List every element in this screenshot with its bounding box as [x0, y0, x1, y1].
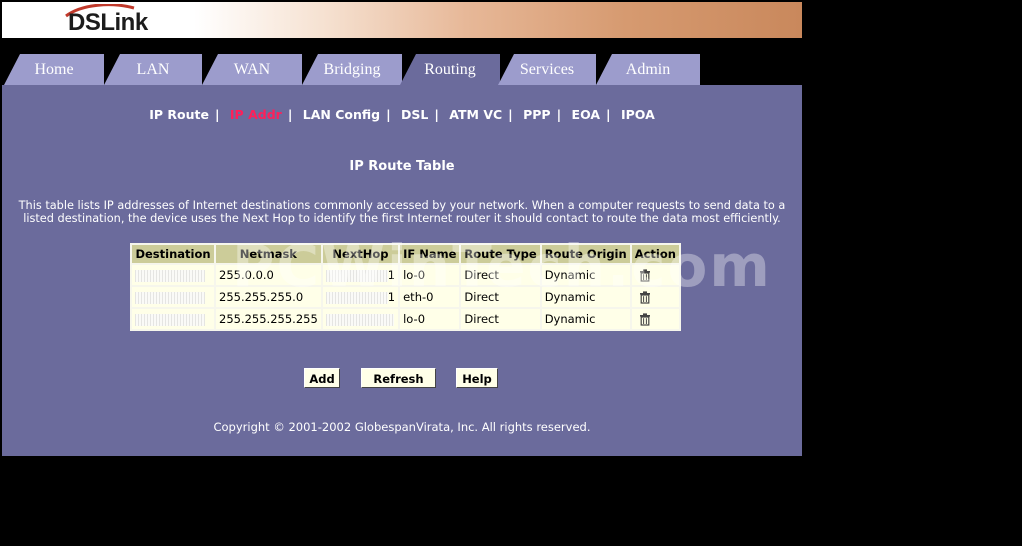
- subnav-lan-config[interactable]: LAN Config: [303, 107, 380, 122]
- tab-routing[interactable]: Routing: [400, 54, 500, 85]
- cell-action: [631, 287, 679, 307]
- cell-action: [631, 309, 679, 329]
- cell-route-type: Direct: [461, 287, 540, 307]
- cell-ifname: lo-0: [400, 309, 460, 329]
- cell-nexthop: 1: [322, 287, 399, 307]
- subnav-separator: |: [287, 107, 293, 122]
- tab-home[interactable]: Home: [4, 54, 104, 85]
- subnav-ipoa[interactable]: IPOA: [621, 107, 655, 122]
- tab-admin[interactable]: Admin: [596, 54, 700, 85]
- subnav-separator: |: [606, 107, 611, 122]
- redacted-nexthop: [325, 313, 394, 326]
- cell-route-origin: Dynamic: [541, 265, 630, 285]
- subnav-separator: |: [434, 107, 439, 122]
- copyright-footer: Copyright © 2001-2002 GlobespanVirata, I…: [213, 420, 591, 434]
- cell-destination: [132, 265, 214, 285]
- subnav-ppp[interactable]: PPP: [523, 107, 550, 122]
- ip-route-table: Destination Netmask NextHop IF Name Rout…: [130, 243, 681, 331]
- cell-netmask: 255.255.255.0: [216, 287, 321, 307]
- subnav-eoa[interactable]: EOA: [572, 107, 601, 122]
- table-row: 255.255.255.255 lo-0 Direct Dynamic: [132, 309, 679, 329]
- cell-route-type: Direct: [461, 309, 540, 329]
- subnav-ip-addr[interactable]: IP Addr: [230, 107, 282, 122]
- redacted-destination: [135, 313, 205, 326]
- table-row: 255.255.255.0 1 eth-0 Direct Dynamic: [132, 287, 679, 307]
- col-destination: Destination: [132, 245, 214, 263]
- redacted-destination: [135, 291, 205, 304]
- cell-nexthop: [322, 309, 399, 329]
- subnav-separator: |: [508, 107, 513, 122]
- help-button[interactable]: Help: [456, 368, 498, 388]
- cell-destination: [132, 309, 214, 329]
- cell-route-type: Direct: [461, 265, 540, 285]
- add-button[interactable]: Add: [304, 368, 340, 388]
- cell-destination: [132, 287, 214, 307]
- cell-ifname: eth-0: [400, 287, 460, 307]
- col-route-origin: Route Origin: [541, 245, 630, 263]
- trash-icon[interactable]: [638, 312, 652, 326]
- routing-subnav: IP Route | IP Addr | LAN Config | DSL | ATM …: [2, 107, 802, 122]
- subnav-separator: |: [556, 107, 562, 122]
- subnav-ip-route[interactable]: IP Route: [149, 107, 209, 122]
- main-tabs: Home LAN WAN Bridging Routing Services A…: [2, 38, 802, 85]
- col-route-type: Route Type: [461, 245, 540, 263]
- col-ifname: IF Name: [400, 245, 460, 263]
- page-title: IP Route Table: [349, 159, 455, 174]
- logo-text: DSLink: [68, 9, 148, 36]
- cell-action: [631, 265, 679, 285]
- cell-route-origin: Dynamic: [541, 309, 630, 329]
- table-header-row: Destination Netmask NextHop IF Name Rout…: [132, 245, 679, 263]
- redacted-nexthop: [325, 291, 388, 304]
- cell-route-origin: Dynamic: [541, 287, 630, 307]
- subnav-dsl[interactable]: DSL: [401, 107, 428, 122]
- subnav-separator: |: [386, 107, 391, 122]
- subnav-atm-vc[interactable]: ATM VC: [449, 107, 502, 122]
- col-netmask: Netmask: [216, 245, 321, 263]
- tab-bridging[interactable]: Bridging: [302, 54, 402, 85]
- refresh-button[interactable]: Refresh: [361, 368, 436, 388]
- col-action: Action: [631, 245, 679, 263]
- trash-icon[interactable]: [638, 290, 652, 304]
- col-nexthop: NextHop: [322, 245, 399, 263]
- tab-lan[interactable]: LAN: [104, 54, 202, 85]
- tab-services[interactable]: Services: [498, 54, 596, 85]
- content-panel: IP Route | IP Addr | LAN Config | DSL | ATM …: [2, 85, 802, 456]
- cell-netmask: 255.0.0.0: [216, 265, 321, 285]
- cell-netmask: 255.255.255.255: [216, 309, 321, 329]
- redacted-destination: [135, 269, 205, 282]
- tab-wan[interactable]: WAN: [202, 54, 302, 85]
- cell-ifname: lo-0: [400, 265, 460, 285]
- redacted-nexthop: [325, 269, 388, 282]
- cell-nexthop: 1: [322, 265, 399, 285]
- table-row: 255.0.0.0 1 lo-0 Direct Dynamic: [132, 265, 679, 285]
- page-description: This table lists IP addresses of Interne…: [18, 199, 786, 225]
- trash-icon[interactable]: [638, 268, 652, 282]
- subnav-separator: |: [214, 107, 220, 122]
- header-banner: DSLink: [2, 2, 802, 38]
